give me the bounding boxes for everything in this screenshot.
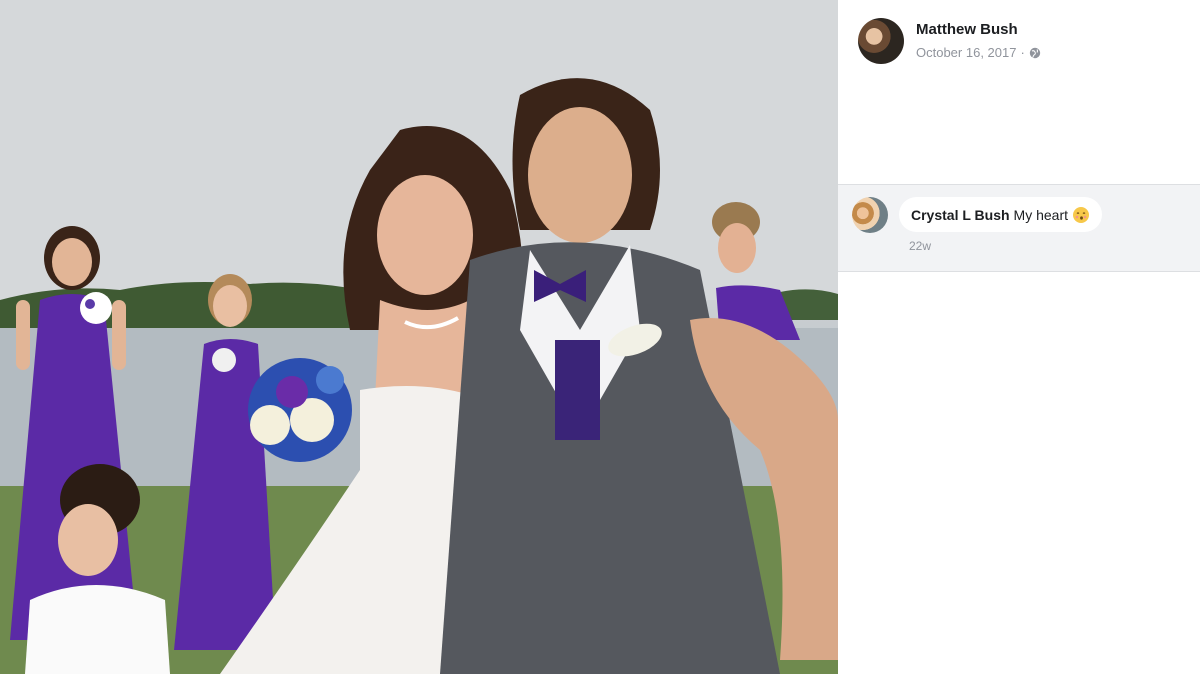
kissing-face-icon <box>1072 206 1090 224</box>
wedding-photo-illustration <box>0 0 838 674</box>
comments-section: Crystal L Bush My heart 22w <box>838 184 1200 272</box>
comment-bubble: Crystal L Bush My heart <box>899 197 1103 232</box>
post-meta: October 16, 2017 · <box>916 45 1041 60</box>
comment-timestamp[interactable]: 22w <box>909 239 931 253</box>
globe-icon[interactable] <box>1029 47 1041 59</box>
post-photo[interactable] <box>0 0 838 674</box>
commenter-avatar[interactable] <box>852 197 888 233</box>
post-panel: Matthew Bush October 16, 2017 · Crystal … <box>838 0 1200 674</box>
meta-separator: · <box>1020 45 1025 60</box>
post-author-name[interactable]: Matthew Bush <box>916 21 1018 38</box>
author-avatar[interactable] <box>858 18 904 64</box>
comment-author[interactable]: Crystal L Bush <box>911 207 1010 223</box>
post-date[interactable]: October 16, 2017 <box>916 45 1016 60</box>
comment-text: My heart <box>1013 206 1069 223</box>
post-header: Matthew Bush October 16, 2017 · <box>838 0 1200 80</box>
